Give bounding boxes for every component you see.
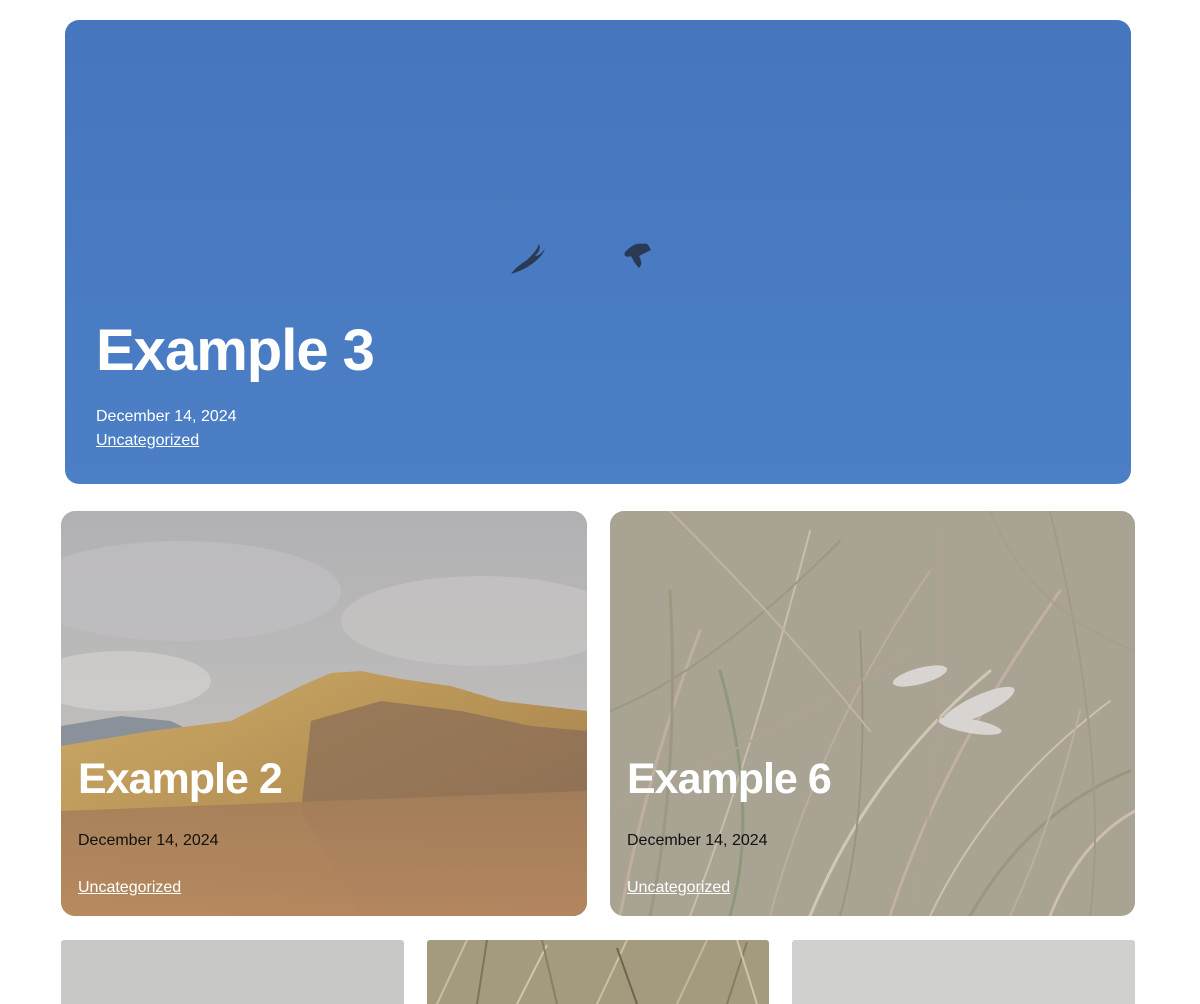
post-category-link[interactable]: Uncategorized — [627, 879, 730, 897]
post-card-example-3[interactable]: Example 3 December 14, 2024 Uncategorize… — [65, 20, 1131, 484]
post-category-link[interactable]: Uncategorized — [78, 879, 181, 897]
post-image-grass-insects — [610, 511, 1135, 916]
post-card-thumbnail[interactable] — [61, 940, 404, 1004]
post-date: December 14, 2024 — [78, 832, 219, 849]
post-image-grass — [427, 940, 769, 1004]
post-card-thumbnail[interactable] — [792, 940, 1135, 1004]
post-title[interactable]: Example 3 — [96, 316, 375, 386]
post-image-mountain — [61, 511, 587, 916]
post-category-link[interactable]: Uncategorized — [96, 432, 199, 450]
post-date: December 14, 2024 — [627, 832, 768, 849]
post-date: December 14, 2024 — [96, 408, 237, 425]
post-card-example-6[interactable]: Example 6 December 14, 2024 Uncategorize… — [610, 511, 1135, 916]
post-title[interactable]: Example 2 — [78, 751, 283, 807]
post-card-example-2[interactable]: Example 2 December 14, 2024 Uncategorize… — [61, 511, 587, 916]
post-card-thumbnail[interactable] — [427, 940, 769, 1004]
post-title[interactable]: Example 6 — [627, 751, 832, 807]
